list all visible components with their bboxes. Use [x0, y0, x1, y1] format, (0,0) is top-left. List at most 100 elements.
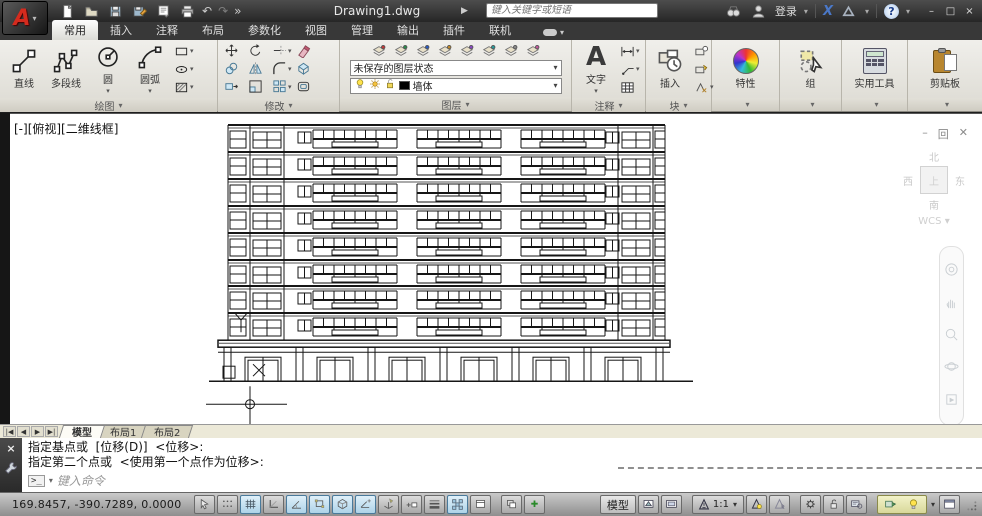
command-close-icon[interactable]: × — [6, 442, 15, 455]
maximize-button[interactable]: □ — [942, 4, 959, 19]
navigation-bar[interactable] — [939, 246, 964, 424]
pan-icon[interactable] — [944, 295, 959, 313]
ribbon-display-toggle-button[interactable]: ▾ — [537, 27, 570, 40]
new-file-button[interactable] — [58, 3, 76, 19]
draw-tool-circle[interactable]: 圆▾ — [88, 42, 128, 96]
tab-联机[interactable]: 联机 — [477, 20, 523, 40]
modify-tool-array[interactable]: ▾ — [270, 78, 294, 95]
title-expand-icon[interactable]: ▶ — [461, 6, 468, 16]
annotation-tool-dim-linear[interactable]: ▾ — [618, 43, 642, 60]
autodesk360-icon[interactable] — [840, 3, 858, 19]
viewcube-wcs-menu[interactable]: WCS ▾ — [896, 216, 972, 227]
zoom-icon[interactable] — [944, 327, 959, 345]
panel-block-label[interactable]: 块▾ — [646, 98, 711, 112]
modify-tool-scale[interactable] — [246, 78, 270, 95]
viewcube-top-face[interactable]: 上 — [920, 166, 948, 194]
minimize-button[interactable]: – — [923, 4, 940, 19]
modify-tool-copy[interactable] — [222, 60, 246, 77]
panel-utilities-label[interactable]: ▾ — [842, 98, 907, 111]
group-button[interactable]: 组 — [791, 42, 831, 96]
plot-button[interactable] — [154, 3, 172, 19]
tab-常用[interactable]: 常用 — [52, 20, 98, 40]
modify-tool-explode[interactable] — [294, 60, 318, 77]
command-prompt-row[interactable]: >_ ▾ 键入命令 — [28, 472, 105, 489]
tab-插入[interactable]: 插入 — [98, 20, 144, 40]
tab-视图[interactable]: 视图 — [293, 20, 339, 40]
save-button[interactable] — [106, 3, 124, 19]
toggle-snap-mode[interactable] — [217, 495, 238, 514]
resize-grip-icon[interactable] — [964, 498, 978, 512]
tab-布局[interactable]: 布局 — [190, 20, 236, 40]
viewport-controls-label[interactable]: [-][俯视][二维线框] — [14, 120, 118, 137]
steering-wheel-icon[interactable] — [944, 262, 959, 280]
layout-nav-arrow-1[interactable]: |◀ — [3, 426, 16, 437]
insert-block-button[interactable]: 插入 — [650, 42, 690, 96]
draw-tool-line[interactable]: 直线 — [4, 42, 44, 96]
quick-view-drawings-button[interactable] — [661, 495, 682, 514]
viewcube-east[interactable]: 东 — [955, 173, 965, 188]
layer-lock-icon[interactable] — [384, 78, 396, 93]
toggle-object-snap-3d[interactable] — [332, 495, 353, 514]
hardware-acceleration-button[interactable] — [846, 495, 867, 514]
layer-tool-5-icon[interactable] — [458, 44, 476, 58]
open-file-button[interactable] — [82, 3, 100, 19]
panel-clipboard-label[interactable]: ▾ — [908, 98, 982, 111]
sign-in-button[interactable]: 登录 — [775, 3, 797, 19]
layout-nav-arrow-3[interactable]: ▶ — [31, 426, 44, 437]
layer-sun-icon[interactable] — [369, 78, 381, 93]
draw-tool-ellipse-tool[interactable]: ▾ — [172, 61, 196, 78]
modify-tool-fillet[interactable]: ▾ — [270, 60, 294, 77]
layout-tab-模型[interactable]: 模型 — [59, 425, 105, 438]
layout-nav-arrow-2[interactable]: ◀ — [17, 426, 30, 437]
showmotion-icon[interactable] — [944, 392, 959, 410]
modify-tool-rotate[interactable] — [246, 42, 270, 59]
clean-screen-button[interactable] — [939, 495, 960, 514]
tab-插件[interactable]: 插件 — [431, 20, 477, 40]
toggle-lineweight[interactable] — [424, 495, 445, 514]
layer-color-swatch[interactable] — [399, 81, 410, 90]
layer-tool-2-icon[interactable] — [392, 44, 410, 58]
viewcube-north[interactable]: 北 — [929, 149, 939, 164]
toggle-object-snap-tracking[interactable] — [355, 495, 376, 514]
panel-properties-label[interactable]: ▾ — [712, 98, 779, 111]
command-prompt-icon[interactable]: >_ — [28, 475, 45, 487]
panel-draw-label[interactable]: 绘图▾ — [0, 98, 217, 112]
viewcube-west[interactable]: 西 — [903, 173, 913, 188]
undo-button[interactable]: ↶ — [202, 5, 212, 17]
draw-tool-hatch[interactable]: ▾ — [172, 79, 196, 96]
annotation-tool-table[interactable] — [618, 79, 642, 96]
toggle-polar-tracking[interactable] — [286, 495, 307, 514]
layout-nav-arrow-4[interactable]: ▶| — [45, 426, 58, 437]
toggle-grid-display[interactable] — [240, 495, 261, 514]
draw-tool-polyline[interactable]: 多段线 — [46, 42, 86, 96]
command-prompt-caret-icon[interactable]: ▾ — [49, 476, 53, 485]
draw-tool-rect-tool[interactable]: ▾ — [172, 43, 196, 60]
tab-参数化[interactable]: 参数化 — [236, 20, 293, 40]
search-icon[interactable] — [725, 3, 743, 19]
quick-view-layouts-button[interactable] — [638, 495, 659, 514]
drawing-restore-button[interactable]: 回 — [938, 126, 949, 142]
print-button[interactable] — [178, 3, 196, 19]
command-customize-wrench-icon[interactable] — [4, 461, 18, 478]
layer-tool-3-icon[interactable] — [414, 44, 432, 58]
modify-tool-erase[interactable] — [294, 42, 318, 59]
properties-button[interactable]: 特性 — [726, 42, 766, 96]
panel-modify-label[interactable]: 修改▾ — [218, 98, 339, 112]
layer-tool-8-icon[interactable] — [524, 44, 542, 58]
orbit-icon[interactable] — [944, 359, 959, 377]
layer-tool-7-icon[interactable] — [502, 44, 520, 58]
help-search-input[interactable] — [486, 3, 658, 18]
toggle-dynamic-ucs[interactable] — [378, 495, 399, 514]
status-menu-caret-icon[interactable]: ▾ — [929, 500, 937, 509]
layer-dropdown[interactable]: 墙体 ▾ — [350, 78, 562, 94]
layer-tool-1-icon[interactable] — [370, 44, 388, 58]
modify-tool-move[interactable] — [222, 42, 246, 59]
application-status-button[interactable] — [880, 495, 901, 514]
text-tool-button[interactable]: A 文字 ▾ — [576, 42, 616, 96]
tab-管理[interactable]: 管理 — [339, 20, 385, 40]
isolate-objects-bulb-button[interactable] — [903, 495, 924, 514]
viewcube[interactable]: 北 西 上 东 南 WCS ▾ — [896, 146, 972, 238]
toolbar-lock-button[interactable] — [823, 495, 844, 514]
modify-tool-offset[interactable] — [294, 78, 318, 95]
selection-cycling-button[interactable] — [501, 495, 522, 514]
